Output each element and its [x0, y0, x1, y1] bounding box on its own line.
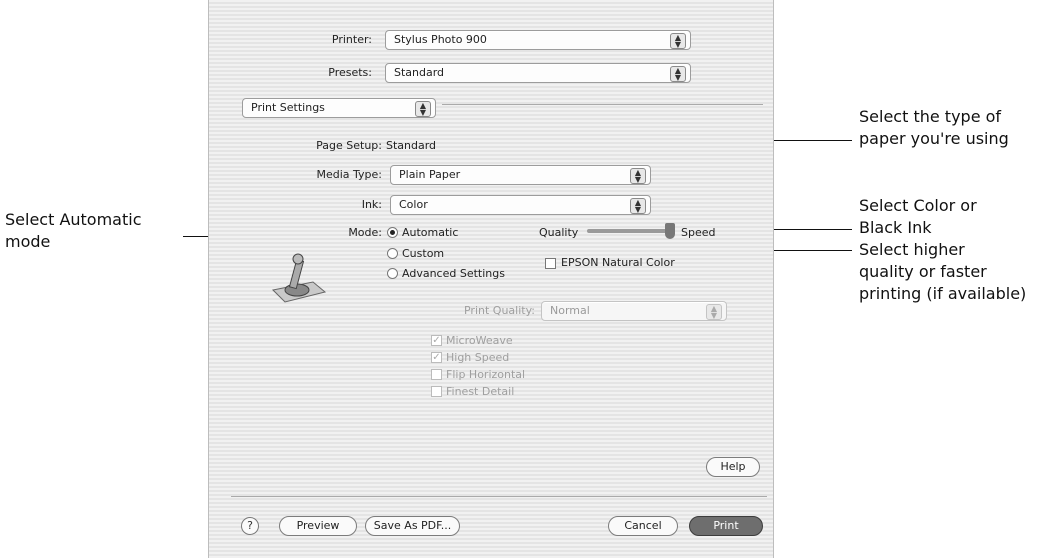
- panel-popup[interactable]: Print Settings ▲ ▼: [242, 98, 436, 118]
- ink-popup[interactable]: Color ▲ ▼: [390, 195, 651, 215]
- print-quality-value: Normal: [550, 304, 590, 317]
- print-button[interactable]: Print: [689, 516, 763, 536]
- quality-speed-slider-thumb[interactable]: [665, 223, 675, 239]
- print-dialog: Printer: Stylus Photo 900 ▲ ▼ Presets: St…: [208, 0, 774, 558]
- callout-color-ink: Select Color or Black Ink: [859, 196, 977, 237]
- ink-value: Color: [399, 198, 428, 211]
- callout-paper-type: Select the type of paper you're using: [859, 107, 1009, 148]
- callout-quality-speed: Select higher quality or faster printing…: [859, 240, 1027, 303]
- callout-automatic-mode: Select Automatic mode: [5, 210, 142, 251]
- microweave-label: MicroWeave: [446, 334, 513, 347]
- printer-value: Stylus Photo 900: [394, 33, 487, 46]
- presets-value: Standard: [394, 66, 445, 79]
- ink-label: Ink:: [361, 198, 382, 211]
- page-setup-value: Standard: [386, 139, 437, 152]
- high-speed-label: High Speed: [446, 351, 510, 364]
- popup-arrows-icon: ▲ ▼: [670, 33, 686, 49]
- popup-arrows-icon: ▲ ▼: [630, 168, 646, 184]
- save-as-pdf-button[interactable]: Save As PDF...: [365, 516, 460, 536]
- mode-advanced-radio[interactable]: [387, 268, 398, 279]
- natural-color-label: EPSON Natural Color: [561, 256, 675, 269]
- panel-separator: [442, 104, 763, 105]
- microweave-checkbox[interactable]: ✓: [431, 335, 442, 346]
- popup-arrows-icon: ▲ ▼: [415, 101, 431, 117]
- quality-label: Quality: [539, 226, 579, 239]
- preview-button[interactable]: Preview: [279, 516, 357, 536]
- flip-horizontal-checkbox[interactable]: [431, 369, 442, 380]
- media-type-popup[interactable]: Plain Paper ▲ ▼: [390, 165, 651, 185]
- mode-automatic-label: Automatic: [402, 226, 459, 239]
- media-type-value: Plain Paper: [399, 168, 461, 181]
- mode-custom-label: Custom: [402, 247, 445, 260]
- panel-value: Print Settings: [251, 101, 325, 114]
- printer-popup[interactable]: Stylus Photo 900 ▲ ▼: [385, 30, 691, 50]
- quality-speed-slider[interactable]: [587, 229, 672, 233]
- page-setup-label: Page Setup:: [316, 139, 382, 152]
- footer-separator: [231, 496, 767, 497]
- presets-label: Presets:: [328, 66, 372, 79]
- finest-detail-label: Finest Detail: [446, 385, 515, 398]
- mode-label: Mode:: [348, 226, 382, 239]
- high-speed-checkbox[interactable]: ✓: [431, 352, 442, 363]
- help-icon[interactable]: ?: [241, 517, 259, 535]
- speed-label: Speed: [681, 226, 716, 239]
- print-quality-popup[interactable]: Normal ▲ ▼: [541, 301, 727, 321]
- presets-popup[interactable]: Standard ▲ ▼: [385, 63, 691, 83]
- media-type-label: Media Type:: [316, 168, 382, 181]
- help-button[interactable]: Help: [706, 457, 760, 477]
- print-quality-label: Print Quality:: [463, 304, 535, 317]
- mode-advanced-label: Advanced Settings: [402, 267, 505, 280]
- finest-detail-checkbox[interactable]: [431, 386, 442, 397]
- cancel-button[interactable]: Cancel: [608, 516, 678, 536]
- natural-color-checkbox[interactable]: [545, 258, 556, 269]
- popup-arrows-icon: ▲ ▼: [706, 304, 722, 320]
- popup-arrows-icon: ▲ ▼: [630, 198, 646, 214]
- mode-automatic-radio[interactable]: [387, 227, 398, 238]
- printer-label: Printer:: [331, 33, 372, 46]
- popup-arrows-icon: ▲ ▼: [670, 66, 686, 82]
- printer-mode-icon: [269, 252, 329, 312]
- mode-custom-radio[interactable]: [387, 248, 398, 259]
- flip-horizontal-label: Flip Horizontal: [446, 368, 526, 381]
